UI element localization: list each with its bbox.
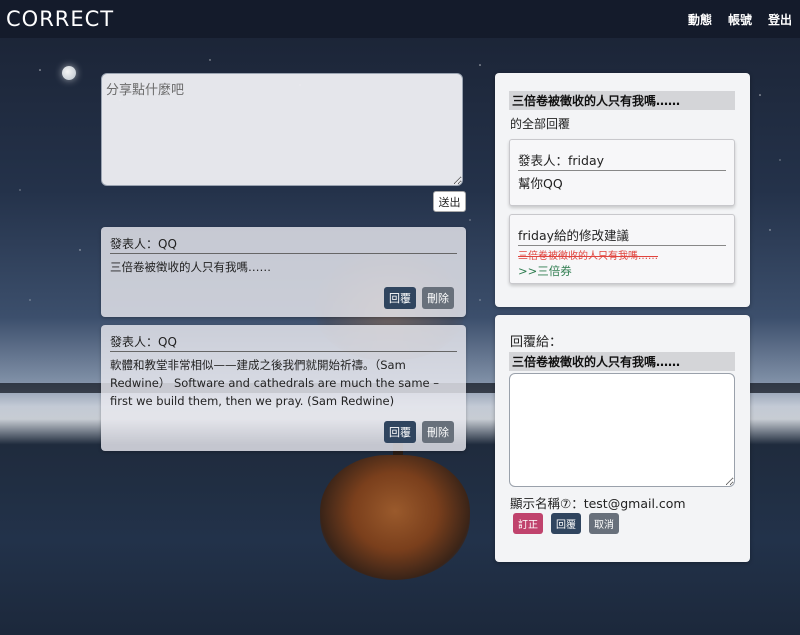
reply-text: 幫你QQ [518,176,563,191]
suggestion-heading: friday給的修改建議 [518,225,726,246]
navbar: CORRECT 動態 帳號 登出 [0,0,800,38]
reply-target-title: 三倍卷被徵收的人只有我嗎…… [509,352,735,371]
thread-subtitle: 的全部回覆 [510,117,571,131]
post-author: 發表人：QQ [110,333,457,352]
reply-card: 發表人：friday 幫你QQ [509,139,735,206]
post-body: 三倍卷被徵收的人只有我嗎…… [110,260,271,274]
nav-logout-link[interactable]: 登出 [768,11,792,28]
reply-to-label: 回覆給： [510,335,563,350]
reply-action-buttons: 訂正 回覆 取消 [513,513,619,534]
suggestion-original-text: 三倍卷被徵收的人只有我嗎…… [518,251,658,262]
send-button[interactable]: 送出 [433,191,466,212]
moon [62,66,76,80]
post-body: 軟體和教堂非常相似——建成之後我們就開始祈禱。（Sam Redwine） Sof… [110,358,440,408]
delete-button[interactable]: 刪除 [422,287,454,309]
suggestion-card: friday給的修改建議 三倍卷被徵收的人只有我嗎…… >>三倍券 [509,214,735,284]
nav-links: 動態 帳號 登出 [688,11,792,28]
thread-panel: 三倍卷被徵收的人只有我嗎…… 的全部回覆 發表人：friday 幫你QQ fri… [495,73,750,307]
nav-feed-link[interactable]: 動態 [688,11,712,28]
reply-button[interactable]: 回覆 [384,287,416,309]
correct-button[interactable]: 訂正 [513,513,543,534]
cancel-button[interactable]: 取消 [589,513,619,534]
display-name-label: 顯示名稱⑦：test@gmail.com [510,496,686,511]
post-card: 發表人：QQ 三倍卷被徵收的人只有我嗎…… 回覆 刪除 [101,227,466,317]
post-actions: 回覆 刪除 [384,287,454,309]
reply-textarea[interactable] [509,373,735,487]
reply-panel: 回覆給： 三倍卷被徵收的人只有我嗎…… 顯示名稱⑦：test@gmail.com… [495,315,750,562]
nav-account-link[interactable]: 帳號 [728,11,752,28]
thread-title: 三倍卷被徵收的人只有我嗎…… [509,91,735,110]
suggestion-corrected-text: >>三倍券 [518,264,572,278]
post-card: 發表人：QQ 軟體和教堂非常相似——建成之後我們就開始祈禱。（Sam Redwi… [101,325,466,451]
tree-reflection [320,455,470,580]
reply-author: 發表人：friday [518,150,726,171]
post-composer-input[interactable] [101,73,463,186]
brand-logo[interactable]: CORRECT [6,7,114,31]
delete-button[interactable]: 刪除 [422,421,454,443]
post-actions: 回覆 刪除 [384,421,454,443]
reply-button[interactable]: 回覆 [384,421,416,443]
submit-reply-button[interactable]: 回覆 [551,513,581,534]
post-author: 發表人：QQ [110,235,457,254]
